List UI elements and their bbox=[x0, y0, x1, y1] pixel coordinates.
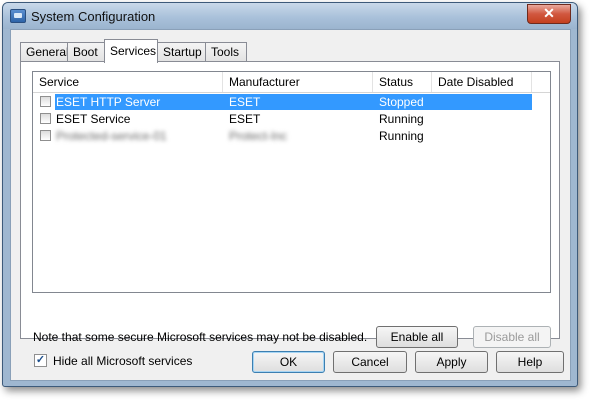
ok-button[interactable]: OK bbox=[252, 351, 325, 373]
service-name: ESET HTTP Server bbox=[56, 95, 161, 109]
title-bar[interactable]: System Configuration ✕ bbox=[3, 3, 577, 29]
column-service[interactable]: Service bbox=[33, 72, 223, 92]
manufacturer-name: ESET bbox=[229, 112, 261, 126]
tab-tools[interactable]: Tools bbox=[205, 42, 247, 62]
manufacturer-name-obscured: Protect-Inc bbox=[229, 129, 288, 143]
tab-general[interactable]: General bbox=[20, 42, 69, 62]
tab-boot[interactable]: Boot bbox=[67, 42, 105, 62]
manufacturer-name: ESET bbox=[229, 95, 261, 109]
service-name: ESET Service bbox=[56, 112, 131, 126]
service-status: Running bbox=[379, 112, 424, 126]
table-row[interactable]: ESET Service ESET Running bbox=[33, 111, 550, 127]
checkbox-icon[interactable] bbox=[40, 113, 51, 124]
system-config-icon bbox=[10, 9, 26, 23]
window-title: System Configuration bbox=[31, 9, 156, 24]
dialog-body: General Boot Services Startup Tools Serv… bbox=[10, 29, 571, 381]
checkbox-icon[interactable] bbox=[40, 130, 51, 141]
close-icon: ✕ bbox=[543, 5, 555, 21]
table-row[interactable]: Protected-service-01 Protect-Inc Running bbox=[33, 128, 550, 144]
system-configuration-window: System Configuration ✕ General Boot Serv… bbox=[2, 2, 578, 387]
checkmark-icon: ✓ bbox=[35, 354, 46, 366]
column-status[interactable]: Status bbox=[373, 72, 432, 92]
checkbox-icon[interactable] bbox=[40, 96, 51, 107]
service-status: Stopped bbox=[379, 95, 424, 109]
services-list[interactable]: Service Manufacturer Status Date Disable… bbox=[32, 71, 551, 293]
cancel-button[interactable]: Cancel bbox=[333, 351, 407, 373]
hide-microsoft-checkbox[interactable]: ✓ bbox=[34, 354, 47, 367]
enable-all-button[interactable]: Enable all bbox=[376, 326, 458, 348]
services-panel: Service Manufacturer Status Date Disable… bbox=[20, 61, 560, 368]
service-name-obscured: Protected-service-01 bbox=[56, 129, 167, 143]
tab-services[interactable]: Services bbox=[104, 39, 158, 63]
column-manufacturer[interactable]: Manufacturer bbox=[223, 72, 373, 92]
secure-services-note: Note that some secure Microsoft services… bbox=[33, 330, 368, 344]
service-status: Running bbox=[379, 129, 424, 143]
tab-startup[interactable]: Startup bbox=[157, 42, 207, 62]
table-row[interactable]: ESET HTTP Server ESET Stopped bbox=[33, 94, 550, 110]
list-header: Service Manufacturer Status Date Disable… bbox=[33, 72, 550, 93]
help-button[interactable]: Help bbox=[496, 351, 564, 373]
column-date-disabled[interactable]: Date Disabled bbox=[432, 72, 532, 92]
apply-button[interactable]: Apply bbox=[415, 351, 488, 373]
hide-microsoft-label[interactable]: Hide all Microsoft services bbox=[53, 354, 192, 368]
close-button[interactable]: ✕ bbox=[527, 4, 571, 24]
disable-all-button[interactable]: Disable all bbox=[473, 326, 551, 348]
